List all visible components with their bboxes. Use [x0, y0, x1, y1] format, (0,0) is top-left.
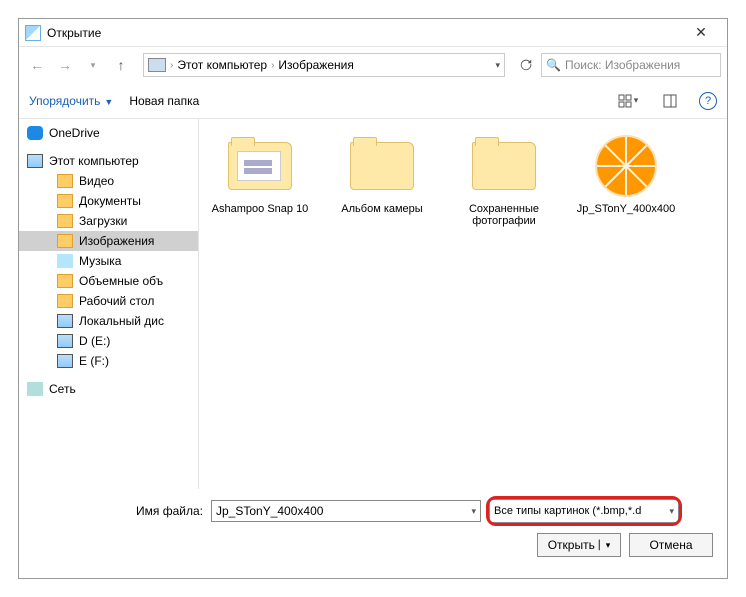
cancel-button[interactable]: Отмена: [629, 533, 713, 557]
disk-icon: [57, 334, 73, 348]
tree-d-drive[interactable]: D (E:): [19, 331, 198, 351]
folder-icon: [57, 274, 73, 288]
music-icon: [57, 254, 73, 268]
folder-icon: [350, 142, 414, 190]
file-label: Альбом камеры: [331, 203, 433, 215]
folder-icon: [57, 174, 73, 188]
nav-bar: ← → ▾ ↑ › Этот компьютер › Изображения ▾…: [19, 47, 727, 83]
tree-pictures[interactable]: Изображения: [19, 231, 198, 251]
disk-icon: [57, 354, 73, 368]
search-placeholder: Поиск: Изображения: [565, 58, 680, 72]
crumb-dropdown-icon[interactable]: ▾: [495, 60, 500, 71]
network-icon: [27, 382, 43, 396]
tree-this-pc[interactable]: Этот компьютер: [19, 151, 198, 171]
folder-icon: [472, 142, 536, 190]
crumb-this-pc[interactable]: Этот компьютер: [177, 58, 267, 72]
organize-menu[interactable]: Упорядочить▼: [29, 94, 113, 108]
file-item[interactable]: Сохраненные фотографии: [453, 135, 555, 227]
filename-input[interactable]: Jp_STonY_400x400 ▾: [211, 500, 481, 522]
recent-dropdown[interactable]: ▾: [81, 53, 105, 77]
folder-icon: [57, 194, 73, 208]
image-thumbnail: [595, 135, 657, 197]
refresh-button[interactable]: [515, 53, 537, 77]
close-button[interactable]: ✕: [681, 24, 721, 41]
tree-local-disk[interactable]: Локальный дис: [19, 311, 198, 331]
file-label: Jp_STonY_400x400: [575, 203, 677, 215]
new-folder-button[interactable]: Новая папка: [129, 94, 199, 108]
toolbar: Упорядочить▼ Новая папка ▾ ?: [19, 83, 727, 119]
file-list[interactable]: Ashampoo Snap 10 Альбом камеры Сохраненн…: [199, 119, 727, 489]
tree-music[interactable]: Музыка: [19, 251, 198, 271]
chevron-down-icon: ▾: [471, 506, 476, 517]
tree-videos[interactable]: Видео: [19, 171, 198, 191]
help-button[interactable]: ?: [699, 92, 717, 110]
window-title: Открытие: [47, 26, 681, 40]
tree-e-drive[interactable]: E (F:): [19, 351, 198, 371]
folder-icon: [228, 142, 292, 190]
file-label: Ashampoo Snap 10: [209, 203, 311, 215]
main-area: OneDrive Этот компьютер Видео Документы …: [19, 119, 727, 489]
nav-tree[interactable]: OneDrive Этот компьютер Видео Документы …: [19, 119, 199, 489]
file-type-filter[interactable]: Все типы картинок (*.bmp,*.d ▾: [489, 499, 679, 523]
disk-icon: [57, 314, 73, 328]
breadcrumb[interactable]: › Этот компьютер › Изображения ▾: [143, 53, 505, 77]
tree-onedrive[interactable]: OneDrive: [19, 123, 198, 143]
file-item[interactable]: Альбом камеры: [331, 135, 433, 215]
filename-label: Имя файла:: [33, 504, 203, 518]
file-item[interactable]: Jp_STonY_400x400: [575, 135, 677, 215]
chevron-down-icon: ▾: [669, 506, 674, 517]
onedrive-icon: [27, 126, 43, 140]
file-item[interactable]: Ashampoo Snap 10: [209, 135, 311, 215]
tree-desktop[interactable]: Рабочий стол: [19, 291, 198, 311]
back-button[interactable]: ←: [25, 53, 49, 77]
tree-documents[interactable]: Документы: [19, 191, 198, 211]
file-label: Сохраненные фотографии: [453, 203, 555, 227]
tree-downloads[interactable]: Загрузки: [19, 211, 198, 231]
search-input[interactable]: 🔍 Поиск: Изображения: [541, 53, 721, 77]
app-icon: [25, 25, 41, 41]
search-icon: 🔍: [546, 58, 561, 72]
open-dialog: Открытие ✕ ← → ▾ ↑ › Этот компьютер › Из…: [18, 18, 728, 579]
chevron-icon: ›: [271, 60, 274, 71]
preview-pane-button[interactable]: [657, 90, 683, 112]
tree-network[interactable]: Сеть: [19, 379, 198, 399]
folder-icon: [57, 214, 73, 228]
folder-icon: [57, 294, 73, 308]
up-button[interactable]: ↑: [109, 53, 133, 77]
titlebar: Открытие ✕: [19, 19, 727, 47]
forward-button[interactable]: →: [53, 53, 77, 77]
open-button[interactable]: Открыть▏▾: [537, 533, 621, 557]
view-mode-button[interactable]: ▾: [615, 90, 641, 112]
folder-icon: [57, 234, 73, 248]
crumb-pictures[interactable]: Изображения: [278, 58, 353, 72]
pc-icon: [148, 58, 166, 72]
tree-volumes[interactable]: Объемные объ: [19, 271, 198, 291]
bottom-panel: Имя файла: Jp_STonY_400x400 ▾ Все типы к…: [19, 489, 727, 567]
pc-icon: [27, 154, 43, 168]
chevron-icon: ›: [170, 60, 173, 71]
